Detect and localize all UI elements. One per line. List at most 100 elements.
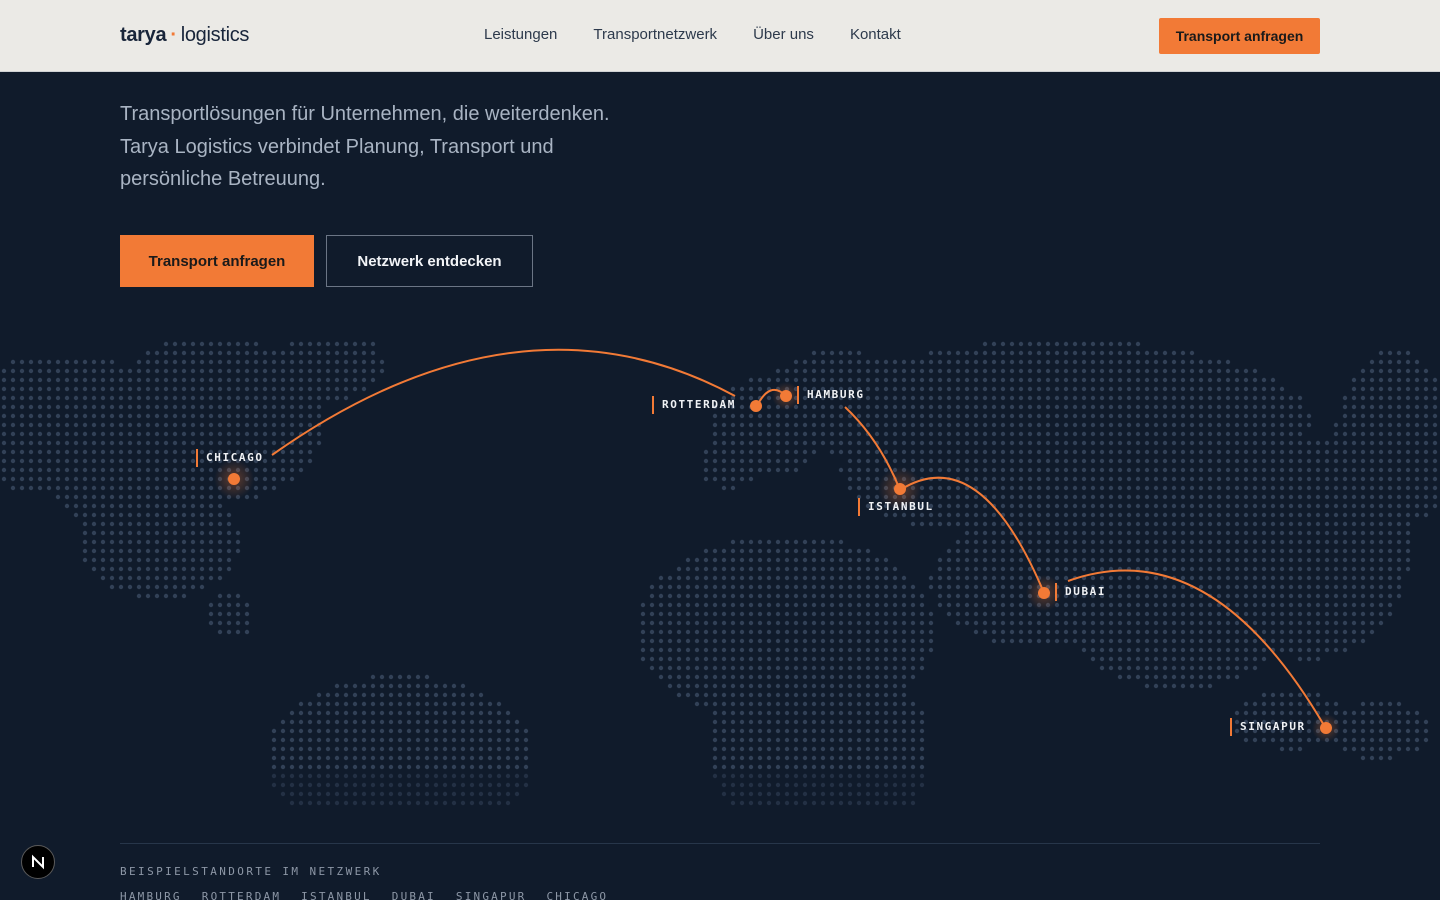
map-dot	[1153, 620, 1159, 626]
map-dot	[883, 764, 889, 770]
map-dot	[937, 512, 943, 518]
map-dot	[1081, 476, 1087, 482]
map-dot	[901, 638, 907, 644]
map-dot	[1261, 629, 1267, 635]
map-dot	[991, 440, 997, 446]
map-dot	[802, 737, 808, 743]
map-dot	[892, 404, 898, 410]
map-dot	[1252, 701, 1258, 707]
map-dot	[712, 638, 718, 644]
map-dot	[424, 683, 430, 689]
map-dot	[1360, 701, 1366, 707]
map-dot	[136, 539, 142, 545]
map-dot	[766, 584, 772, 590]
map-dot	[802, 683, 808, 689]
map-dot	[1342, 467, 1348, 473]
map-dot	[172, 386, 178, 392]
map-dot	[1099, 458, 1105, 464]
n-logo-icon[interactable]	[21, 845, 55, 879]
map-dot	[163, 584, 169, 590]
marker-rotterdam[interactable]	[750, 400, 762, 412]
map-dot	[118, 395, 124, 401]
map-dot	[1036, 404, 1042, 410]
map-dot	[217, 413, 223, 419]
nav-kontakt[interactable]: Kontakt	[850, 26, 901, 43]
nav-transportnetzwerk[interactable]: Transportnetzwerk	[593, 26, 717, 43]
map-dot	[343, 683, 349, 689]
map-dot	[1369, 719, 1375, 725]
map-dot	[190, 485, 196, 491]
map-dot	[1027, 449, 1033, 455]
map-dot	[226, 350, 232, 356]
logo[interactable]: tarya · logistics	[120, 24, 249, 47]
map-dot	[829, 728, 835, 734]
nav-ueber-uns[interactable]: Über uns	[753, 26, 814, 43]
map-dot	[19, 377, 25, 383]
map-dot	[1306, 548, 1312, 554]
map-dot	[802, 692, 808, 698]
map-dot	[1189, 458, 1195, 464]
map-dot	[1297, 521, 1303, 527]
map-dot	[991, 350, 997, 356]
map-dot	[469, 782, 475, 788]
map-dot	[838, 539, 844, 545]
map-dot	[1108, 341, 1114, 347]
map-dot	[1, 440, 7, 446]
header-transport-request-button[interactable]: Transport anfragen	[1159, 18, 1320, 54]
map-dot	[874, 413, 880, 419]
map-dot	[865, 638, 871, 644]
map-dot	[955, 485, 961, 491]
map-dot	[1423, 512, 1429, 518]
map-dot	[982, 566, 988, 572]
map-dot	[802, 539, 808, 545]
map-dot	[325, 764, 331, 770]
map-dot	[739, 737, 745, 743]
map-dot	[1198, 431, 1204, 437]
map-dot	[181, 503, 187, 509]
map-dot	[289, 800, 295, 806]
map-dot	[118, 584, 124, 590]
map-dot	[901, 791, 907, 797]
map-dot	[1378, 458, 1384, 464]
map-dot	[838, 557, 844, 563]
map-dot	[1117, 458, 1123, 464]
map-dot	[1144, 476, 1150, 482]
map-dot	[1216, 557, 1222, 563]
nav-leistungen[interactable]: Leistungen	[484, 26, 557, 43]
map-dot	[1270, 611, 1276, 617]
map-dot	[352, 737, 358, 743]
map-dot	[811, 773, 817, 779]
map-dot	[91, 512, 97, 518]
map-dot	[289, 791, 295, 797]
marker-hamburg[interactable]	[772, 382, 800, 410]
map-dot	[1279, 440, 1285, 446]
map-dot	[937, 386, 943, 392]
explore-network-button[interactable]: Netzwerk entdecken	[326, 235, 533, 287]
map-dot	[1000, 629, 1006, 635]
map-dot	[937, 404, 943, 410]
location-item: SINGAPUR	[455, 890, 527, 900]
map-dot	[1432, 503, 1438, 509]
map-dot	[829, 422, 835, 428]
map-dot	[298, 422, 304, 428]
map-dot	[253, 467, 259, 473]
map-dot	[964, 350, 970, 356]
map-dot	[1297, 737, 1303, 743]
map-dot	[289, 719, 295, 725]
map-dot	[748, 431, 754, 437]
transport-request-button[interactable]: Transport anfragen	[120, 235, 314, 287]
map-dot	[343, 791, 349, 797]
map-dot	[1378, 746, 1384, 752]
map-dot	[505, 737, 511, 743]
map-dot	[262, 359, 268, 365]
map-dot	[136, 368, 142, 374]
map-dot	[451, 782, 457, 788]
map-dot	[1396, 737, 1402, 743]
marker-singapur[interactable]	[1312, 714, 1340, 742]
map-dot	[199, 368, 205, 374]
map-dot	[748, 692, 754, 698]
map-dot	[1207, 413, 1213, 419]
map-dot	[1387, 611, 1393, 617]
map-dot	[658, 602, 664, 608]
map-dot	[199, 422, 205, 428]
